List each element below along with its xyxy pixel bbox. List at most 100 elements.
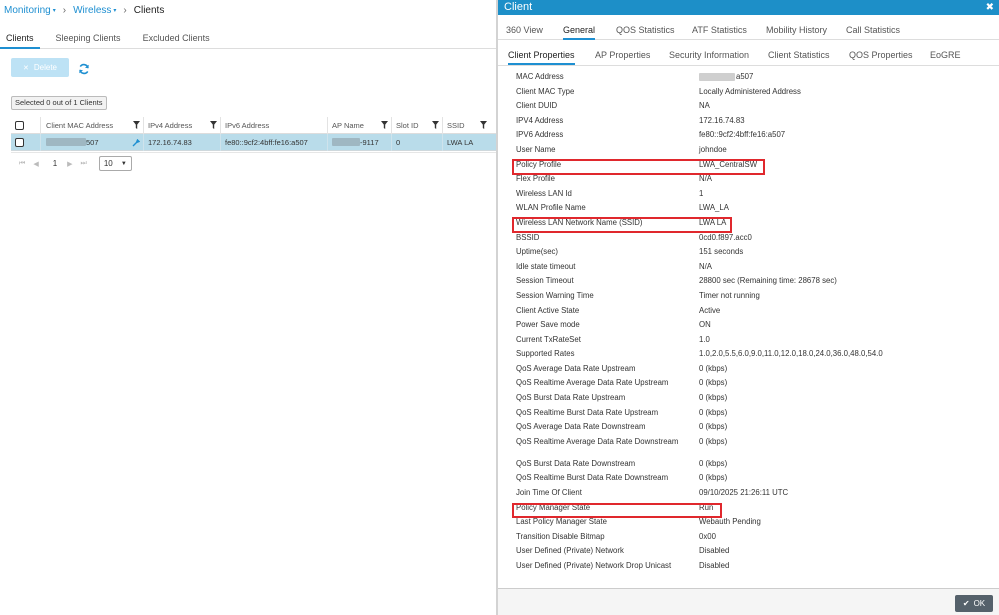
- breadcrumb-current: Clients: [133, 4, 165, 16]
- panel-footer: ✔ OK: [498, 588, 999, 615]
- caret-down-icon: ▼: [120, 160, 127, 167]
- col-client-mac[interactable]: Client MAC Address: [41, 116, 144, 134]
- property-row: QoS Burst Data Rate Downstream 0 (kbps): [508, 455, 999, 470]
- subtab-security-information[interactable]: Security Information: [669, 50, 749, 60]
- redacted-text: [46, 138, 86, 146]
- subtab-client-properties[interactable]: Client Properties: [508, 50, 575, 65]
- tab-atf-statistics[interactable]: ATF Statistics: [692, 25, 747, 35]
- property-label: User Defined (Private) Network Drop Unic…: [516, 561, 672, 570]
- highlight-box-ssid: [512, 217, 732, 233]
- property-label: QoS Realtime Average Data Rate Upstream: [516, 378, 669, 388]
- property-row: Transition Disable Bitmap 0x00: [508, 528, 999, 543]
- property-label: Last Policy Manager State: [516, 517, 608, 527]
- filter-icon[interactable]: [432, 120, 439, 129]
- col-ssid-label: SSID: [447, 120, 465, 130]
- property-value: johndoe: [699, 144, 727, 154]
- table-row[interactable]: 507 172.16.74.83 fe80::9cf2:4bff:fe16:a5…: [11, 133, 497, 151]
- tab-mobility-history[interactable]: Mobility History: [766, 25, 827, 35]
- per-page-select[interactable]: 10 ▼: [98, 156, 132, 171]
- property-label: BSSID: [516, 232, 540, 242]
- close-icon[interactable]: ✖: [986, 0, 994, 15]
- property-label: Session Timeout: [516, 276, 574, 286]
- breadcrumb-monitoring[interactable]: Monitoring: [4, 5, 51, 16]
- property-row: QoS Burst Data Rate Upstream 0 (kbps): [508, 389, 999, 404]
- property-label: Supported Rates: [516, 349, 575, 359]
- filter-icon[interactable]: [480, 120, 487, 129]
- ok-button[interactable]: ✔ OK: [955, 595, 993, 612]
- property-label: Current TxRateSet: [516, 334, 581, 344]
- chevron-right-icon: ›: [62, 4, 67, 16]
- col-ap-name[interactable]: AP Name: [328, 116, 392, 134]
- property-row: IPV4 Address 172.16.74.83: [508, 112, 999, 127]
- last-page-icon[interactable]: ⏭: [81, 160, 87, 168]
- cell-ssid: LWA LA: [447, 137, 474, 147]
- selection-count: Selected 0 out of 1 Clients: [11, 96, 107, 110]
- col-ipv6[interactable]: IPv6 Address: [221, 116, 328, 134]
- wrench-icon[interactable]: [132, 138, 140, 147]
- breadcrumb-wireless[interactable]: Wireless: [73, 5, 111, 16]
- property-label: Join Time Of Client: [516, 488, 582, 498]
- tab-clients[interactable]: Clients: [0, 30, 40, 49]
- caret-down-icon[interactable]: ▾: [113, 7, 116, 14]
- subtab-qos-properties[interactable]: QOS Properties: [849, 50, 913, 60]
- subtab-client-statistics[interactable]: Client Statistics: [768, 50, 830, 60]
- property-label: Client DUID: [516, 101, 558, 111]
- filter-icon[interactable]: [381, 120, 388, 129]
- property-value: 172.16.74.83: [699, 115, 745, 125]
- per-page-value: 10: [103, 159, 113, 168]
- property-row: Current TxRateSet 1.0: [508, 331, 999, 346]
- page-number[interactable]: 1: [53, 159, 57, 168]
- cell-ap-name: -9117: [328, 133, 392, 151]
- col-ipv4[interactable]: IPv4 Address: [144, 116, 221, 134]
- filter-icon[interactable]: [210, 120, 217, 129]
- property-value: Disabled: [699, 546, 730, 556]
- property-row: Uptime(sec) 151 seconds: [508, 243, 999, 258]
- refresh-icon[interactable]: [78, 63, 90, 75]
- property-row: User Defined (Private) Network Disabled: [508, 542, 999, 557]
- property-value: ON: [699, 320, 711, 330]
- tab-call-statistics[interactable]: Call Statistics: [846, 25, 900, 35]
- tab-360-view[interactable]: 360 View: [506, 25, 543, 35]
- property-label: WLAN Profile Name: [516, 203, 586, 213]
- col-ipv4-label: IPv4 Address: [148, 120, 193, 130]
- prev-page-icon[interactable]: ◀: [33, 160, 38, 168]
- subtab-ap-properties[interactable]: AP Properties: [595, 50, 650, 60]
- tab-general[interactable]: General: [563, 25, 596, 40]
- subtab-eogre[interactable]: EoGRE: [930, 50, 961, 60]
- property-label: User Defined (Private) Network: [516, 546, 624, 556]
- property-value: 0 (kbps): [699, 407, 728, 417]
- cell-client-mac[interactable]: 507: [41, 133, 144, 151]
- tab-sleeping-clients[interactable]: Sleeping Clients: [50, 30, 127, 49]
- property-row: IPV6 Address fe80::9cf2:4bff:fe16:a507: [508, 126, 999, 141]
- select-all-checkbox[interactable]: [15, 120, 24, 130]
- cell-ipv4: 172.16.74.83: [144, 133, 221, 151]
- next-page-icon[interactable]: ▶: [67, 160, 72, 168]
- property-row: Session Timeout 28800 sec (Remaining time…: [508, 272, 999, 287]
- property-label: Flex Profile: [516, 174, 555, 184]
- panel-tabs: 360 View General QOS Statistics ATF Stat…: [498, 19, 999, 40]
- property-value: 09/10/2025 21:26:11 UTC: [699, 488, 789, 498]
- col-ssid[interactable]: SSID: [443, 117, 490, 134]
- close-icon: ✕: [23, 64, 29, 72]
- row-checkbox[interactable]: [15, 137, 24, 147]
- clients-table: Client MAC Address IPv4 Address IPv6 Add…: [11, 116, 497, 151]
- col-slot-id[interactable]: Slot ID: [392, 116, 443, 134]
- caret-down-icon[interactable]: ▾: [53, 7, 56, 14]
- col-ap-name-label: AP Name: [332, 120, 364, 130]
- col-client-mac-label: Client MAC Address: [46, 120, 114, 130]
- filter-icon[interactable]: [133, 120, 140, 129]
- property-row: Session Warning Time Timer not running: [508, 287, 999, 302]
- property-value: 1: [699, 188, 704, 198]
- property-value: 0x00: [699, 531, 716, 541]
- delete-button[interactable]: ✕ Delete: [11, 58, 69, 77]
- tab-excluded-clients[interactable]: Excluded Clients: [137, 30, 216, 49]
- property-row: Client Active State Active: [508, 302, 999, 317]
- property-row: Supported Rates 1.0,2.0,5.5,6.0,9.0,11.0,…: [508, 345, 999, 360]
- property-row: QoS Average Data Rate Downstream 0 (kbps): [508, 418, 999, 433]
- property-row: QoS Realtime Burst Data Rate Downstream 0…: [508, 469, 999, 484]
- redacted-text: [699, 73, 735, 81]
- first-page-icon[interactable]: ⏮: [19, 160, 25, 168]
- tab-qos-statistics[interactable]: QOS Statistics: [616, 25, 675, 35]
- property-label: Session Warning Time: [516, 290, 594, 300]
- property-label: QoS Realtime Burst Data Rate Downstream: [516, 473, 669, 483]
